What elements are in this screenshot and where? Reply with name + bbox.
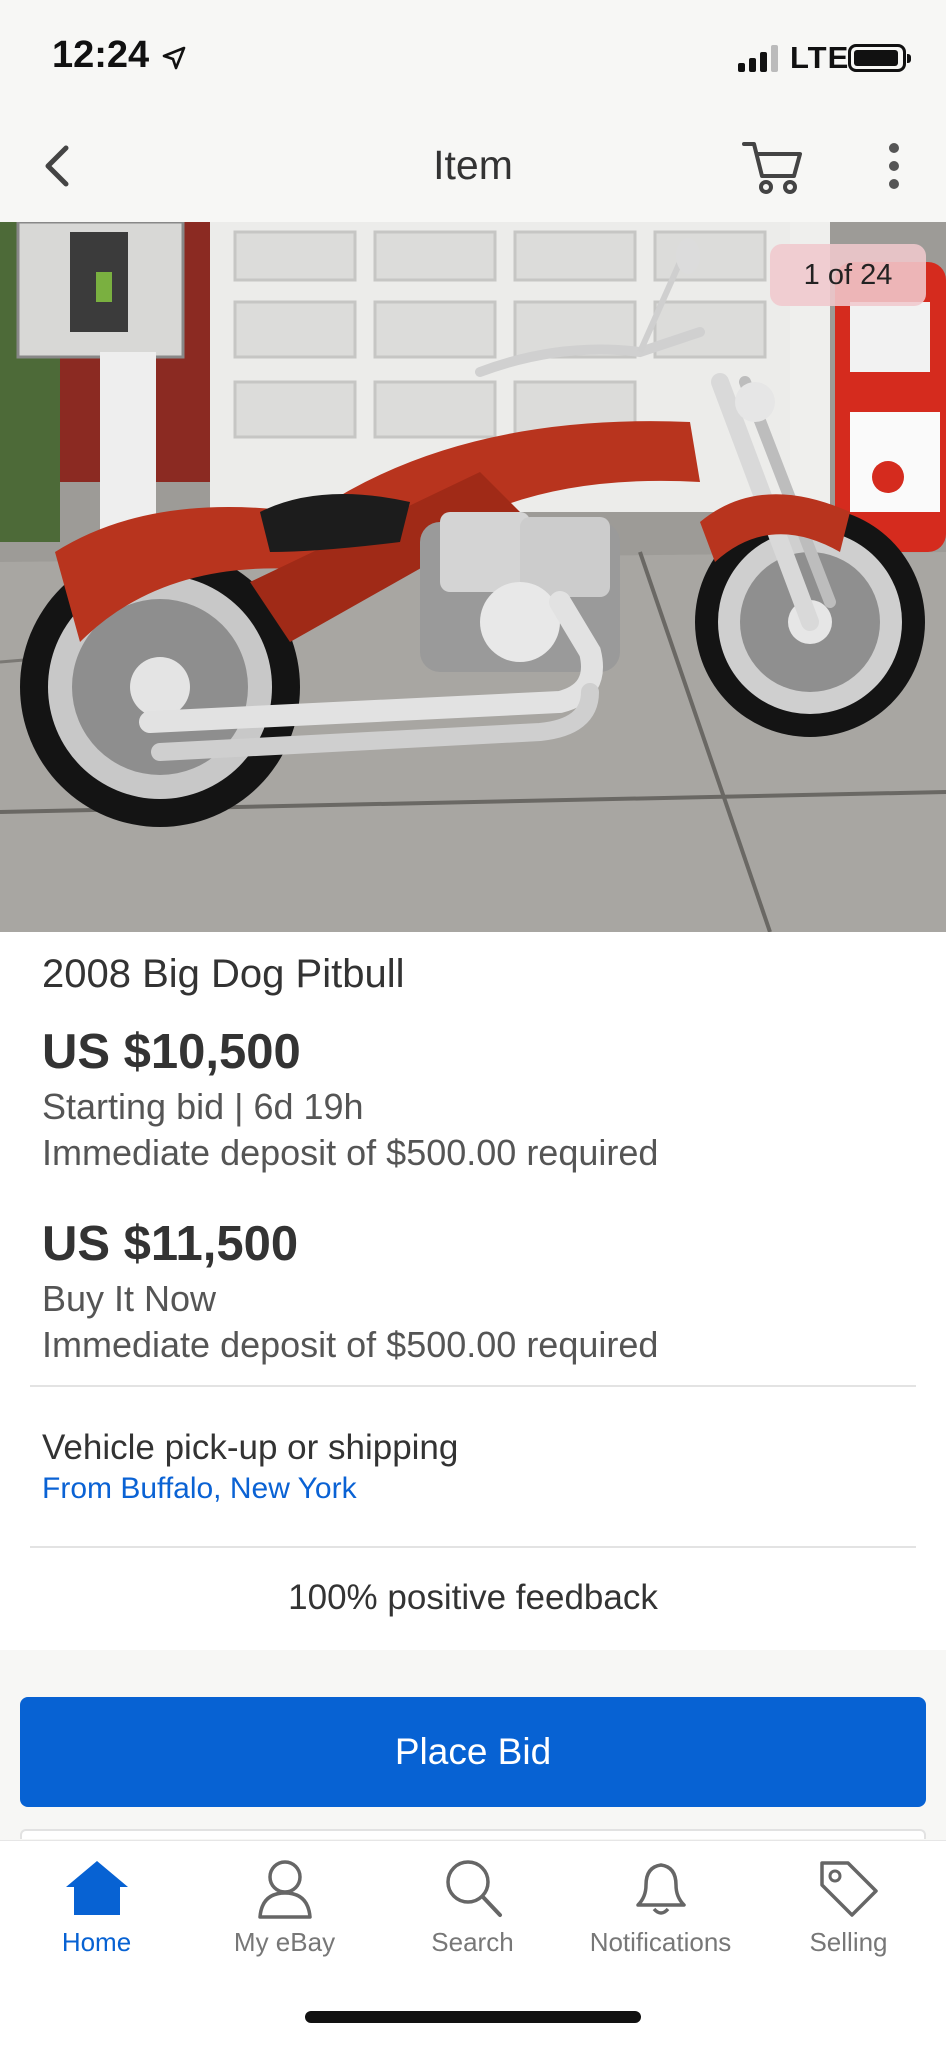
search-icon — [445, 1860, 502, 1917]
buy-it-now-price: US $11,500 — [42, 1217, 299, 1271]
tag-icon — [819, 1861, 878, 1917]
home-icon — [65, 1861, 128, 1915]
home-indicator[interactable] — [305, 2011, 641, 2023]
buy-it-now-label: Buy It Now — [42, 1278, 217, 1319]
signal-icon — [738, 44, 778, 72]
cart-icon[interactable] — [740, 134, 806, 198]
divider — [30, 1546, 916, 1548]
tab-label: Selling — [809, 1927, 888, 1957]
item-title: 2008 Big Dog Pitbull — [42, 952, 405, 996]
tab-selling[interactable]: Selling — [754, 1857, 943, 1977]
tab-label: Home — [61, 1927, 132, 1957]
tab-my-ebay[interactable]: My eBay — [190, 1857, 379, 1977]
battery-icon — [848, 44, 911, 72]
location-arrow-icon — [162, 46, 186, 70]
person-icon — [257, 1860, 312, 1919]
motorcycle-image — [0, 222, 946, 932]
nav-bar: Item — [0, 110, 946, 222]
bell-icon — [635, 1863, 686, 1915]
tab-home[interactable]: Home — [2, 1857, 191, 1977]
buy-it-now-deposit: Immediate deposit of $500.00 required — [42, 1324, 659, 1365]
starting-bid-price: US $10,500 — [42, 1025, 301, 1079]
more-options-icon[interactable] — [872, 134, 916, 198]
tab-search[interactable]: Search — [378, 1857, 567, 1977]
item-details: 2008 Big Dog Pitbull US $10,500 Starting… — [0, 932, 946, 1650]
next-button-edge — [20, 1829, 926, 1839]
tab-label: My eBay — [233, 1927, 336, 1957]
photo-counter-badge: 1 of 24 — [770, 244, 926, 306]
carrier-label: LTE — [790, 40, 850, 75]
item-photo[interactable] — [0, 222, 946, 932]
divider — [30, 1385, 916, 1387]
shipping-location-link[interactable]: From Buffalo, New York — [42, 1472, 357, 1506]
tab-label: Notifications — [589, 1927, 732, 1957]
shipping-title: Vehicle pick-up or shipping — [42, 1428, 459, 1467]
starting-bid-deposit: Immediate deposit of $500.00 required — [42, 1132, 659, 1173]
place-bid-button[interactable]: Place Bid — [20, 1697, 926, 1807]
status-time: 12:24 — [52, 34, 150, 76]
tab-label: Search — [431, 1927, 514, 1957]
status-bar: 12:24 LTE — [0, 0, 946, 110]
starting-bid-info: Starting bid | 6d 19h — [42, 1086, 364, 1127]
seller-feedback[interactable]: 100% positive feedback — [0, 1578, 946, 1618]
tab-notifications[interactable]: Notifications — [566, 1857, 755, 1977]
